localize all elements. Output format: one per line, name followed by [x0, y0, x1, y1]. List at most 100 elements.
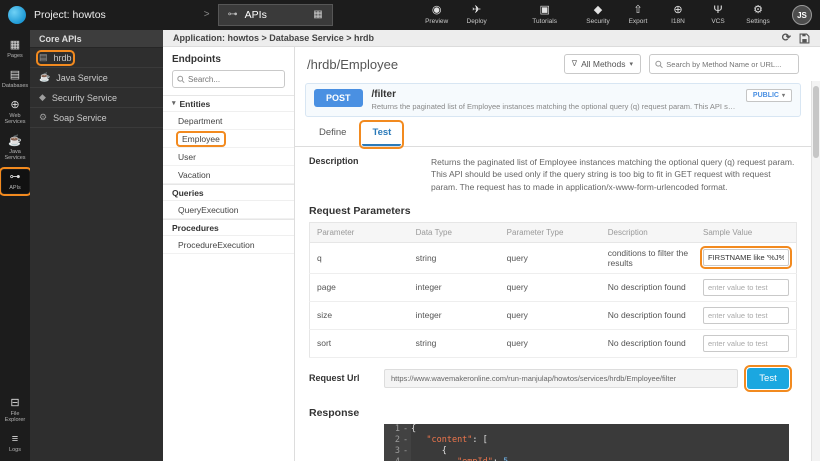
endpoint-label: Employee [178, 133, 224, 145]
code-plain: : [ [472, 435, 487, 446]
endpoints-group-procedures[interactable]: Procedures [163, 219, 294, 236]
operation-main: /filter Returns the paginated list of Em… [372, 89, 737, 111]
operation-card[interactable]: POST /filter Returns the paginated list … [305, 83, 801, 117]
cell-data-type: integer [409, 273, 500, 301]
visibility-dropdown[interactable]: PUBLIC [746, 89, 792, 102]
service-item-soap-service[interactable]: Soap Service [30, 108, 163, 128]
line-number: 4 [384, 457, 400, 461]
filter-icon [572, 60, 577, 68]
settings-button[interactable]: Settings [742, 5, 774, 25]
vcs-button[interactable]: VCS [702, 5, 734, 25]
apis-workspace-tab[interactable]: APIs [218, 4, 333, 26]
cell-description: No description found [601, 329, 696, 357]
breadcrumb: Application: howtos > Database Service >… [173, 33, 374, 43]
security-button[interactable]: Security [582, 5, 614, 25]
endpoints-panel: Endpoints Entities Department Employ [163, 47, 295, 461]
user-avatar[interactable]: JS [792, 5, 812, 25]
endpoints-search-input[interactable] [188, 75, 280, 84]
post-method-badge[interactable]: POST [314, 89, 363, 107]
param-row-sort: sort string query No description found [310, 329, 797, 357]
save-icon[interactable] [799, 33, 810, 44]
deploy-icon [472, 5, 481, 16]
endpoint-item-procedureexecution[interactable]: ProcedureExecution [163, 236, 294, 254]
method-search-input[interactable] [666, 60, 793, 69]
endpoint-item-department[interactable]: Department [163, 112, 294, 130]
fold-toggle-icon[interactable]: - [400, 435, 411, 446]
rail-item-java-services[interactable]: Java Services [2, 134, 29, 163]
soap-icon [39, 113, 47, 122]
service-item-java-service[interactable]: Java Service [30, 68, 163, 88]
fold-toggle-icon[interactable]: - [400, 424, 411, 435]
endpoint-item-queryexecution[interactable]: QueryExecution [163, 201, 294, 219]
refresh-icon[interactable] [782, 33, 791, 44]
group-label: Queries [172, 188, 204, 198]
sample-value-input-size[interactable] [703, 307, 789, 324]
sample-value-input-page[interactable] [703, 279, 789, 296]
test-button[interactable]: Test [747, 368, 789, 389]
service-item-hrdb[interactable]: hrdb [30, 48, 163, 68]
database-icon [39, 53, 48, 62]
code-line: 3- { [384, 446, 789, 457]
cell-data-type: string [409, 242, 500, 273]
response-code-editor[interactable]: 1-{ 2- "content": [ 3- { 4 "empId": 5, [384, 424, 789, 461]
wavemaker-logo[interactable] [8, 6, 26, 24]
service-label: Java Service [56, 73, 108, 83]
service-item-security-service[interactable]: Security Service [30, 88, 163, 108]
sample-value-input-sort[interactable] [703, 335, 789, 352]
description-label: Description [309, 156, 421, 193]
tab-define[interactable]: Define [309, 123, 356, 146]
search-icon [177, 75, 185, 84]
endpoint-item-vacation[interactable]: Vacation [163, 166, 294, 184]
endpoint-label: Department [178, 116, 222, 126]
scrollbar-thumb[interactable] [813, 86, 819, 158]
request-url-input[interactable] [384, 369, 738, 388]
preview-button[interactable]: Preview [421, 5, 453, 25]
i18n-button[interactable]: I18N [662, 5, 694, 25]
rail-item-apis[interactable]: APIs [2, 170, 29, 193]
topbar: Project: howtos APIs Preview Deploy Tuto… [0, 0, 820, 30]
java-icon [8, 136, 22, 147]
workspace: Application: howtos > Database Service >… [163, 30, 820, 461]
method-search[interactable] [649, 54, 799, 74]
endpoints-search[interactable] [172, 70, 285, 88]
response-section: Response 1-{ 2- "content": [ 3- { 4 [295, 397, 811, 461]
apis-icon [10, 172, 21, 183]
web-services-icon [10, 100, 19, 111]
code-indent [411, 457, 457, 461]
endpoints-title: Endpoints [163, 47, 294, 70]
rail-label: Java Services [2, 149, 29, 161]
export-button[interactable]: Export [622, 5, 654, 25]
param-row-size: size integer query No description found [310, 301, 797, 329]
tutorials-button[interactable]: Tutorials [529, 5, 561, 25]
grid-icon[interactable] [313, 10, 322, 20]
methods-filter-dropdown[interactable]: All Methods [564, 54, 641, 74]
content-scrollbar[interactable] [811, 81, 820, 461]
cell-sample-value [696, 242, 797, 273]
fold-toggle-icon[interactable]: - [400, 446, 411, 457]
deploy-button[interactable]: Deploy [461, 5, 493, 25]
table-header-row: Parameter Data Type Parameter Type Descr… [310, 222, 797, 242]
rail-item-logs[interactable]: Logs [2, 432, 29, 455]
code-plain: { [411, 424, 416, 435]
fold-toggle-icon [400, 457, 411, 461]
rail-item-pages[interactable]: Pages [2, 38, 29, 61]
sample-value-input-q[interactable] [703, 249, 789, 266]
cell-description: conditions to filter the results [601, 242, 696, 273]
code-plain: , [508, 457, 513, 461]
rail-item-file-explorer[interactable]: File Explorer [2, 396, 29, 425]
endpoint-item-employee[interactable]: Employee [163, 130, 294, 148]
methods-filter-value: All Methods [581, 59, 625, 69]
column-parameter: Parameter [310, 222, 409, 242]
database-icon [10, 70, 20, 81]
rail-item-web-services[interactable]: Web Services [2, 98, 29, 127]
rail-item-databases[interactable]: Databases [2, 68, 29, 91]
endpoints-group-entities[interactable]: Entities [163, 95, 294, 112]
endpoint-item-user[interactable]: User [163, 148, 294, 166]
endpoint-label: ProcedureExecution [178, 240, 255, 250]
request-parameters-title: Request Parameters [295, 197, 811, 222]
preview-icon [432, 5, 442, 16]
deploy-label: Deploy [467, 18, 487, 25]
tab-test[interactable]: Test [362, 123, 401, 146]
column-description: Description [601, 222, 696, 242]
endpoints-group-queries[interactable]: Queries [163, 184, 294, 201]
